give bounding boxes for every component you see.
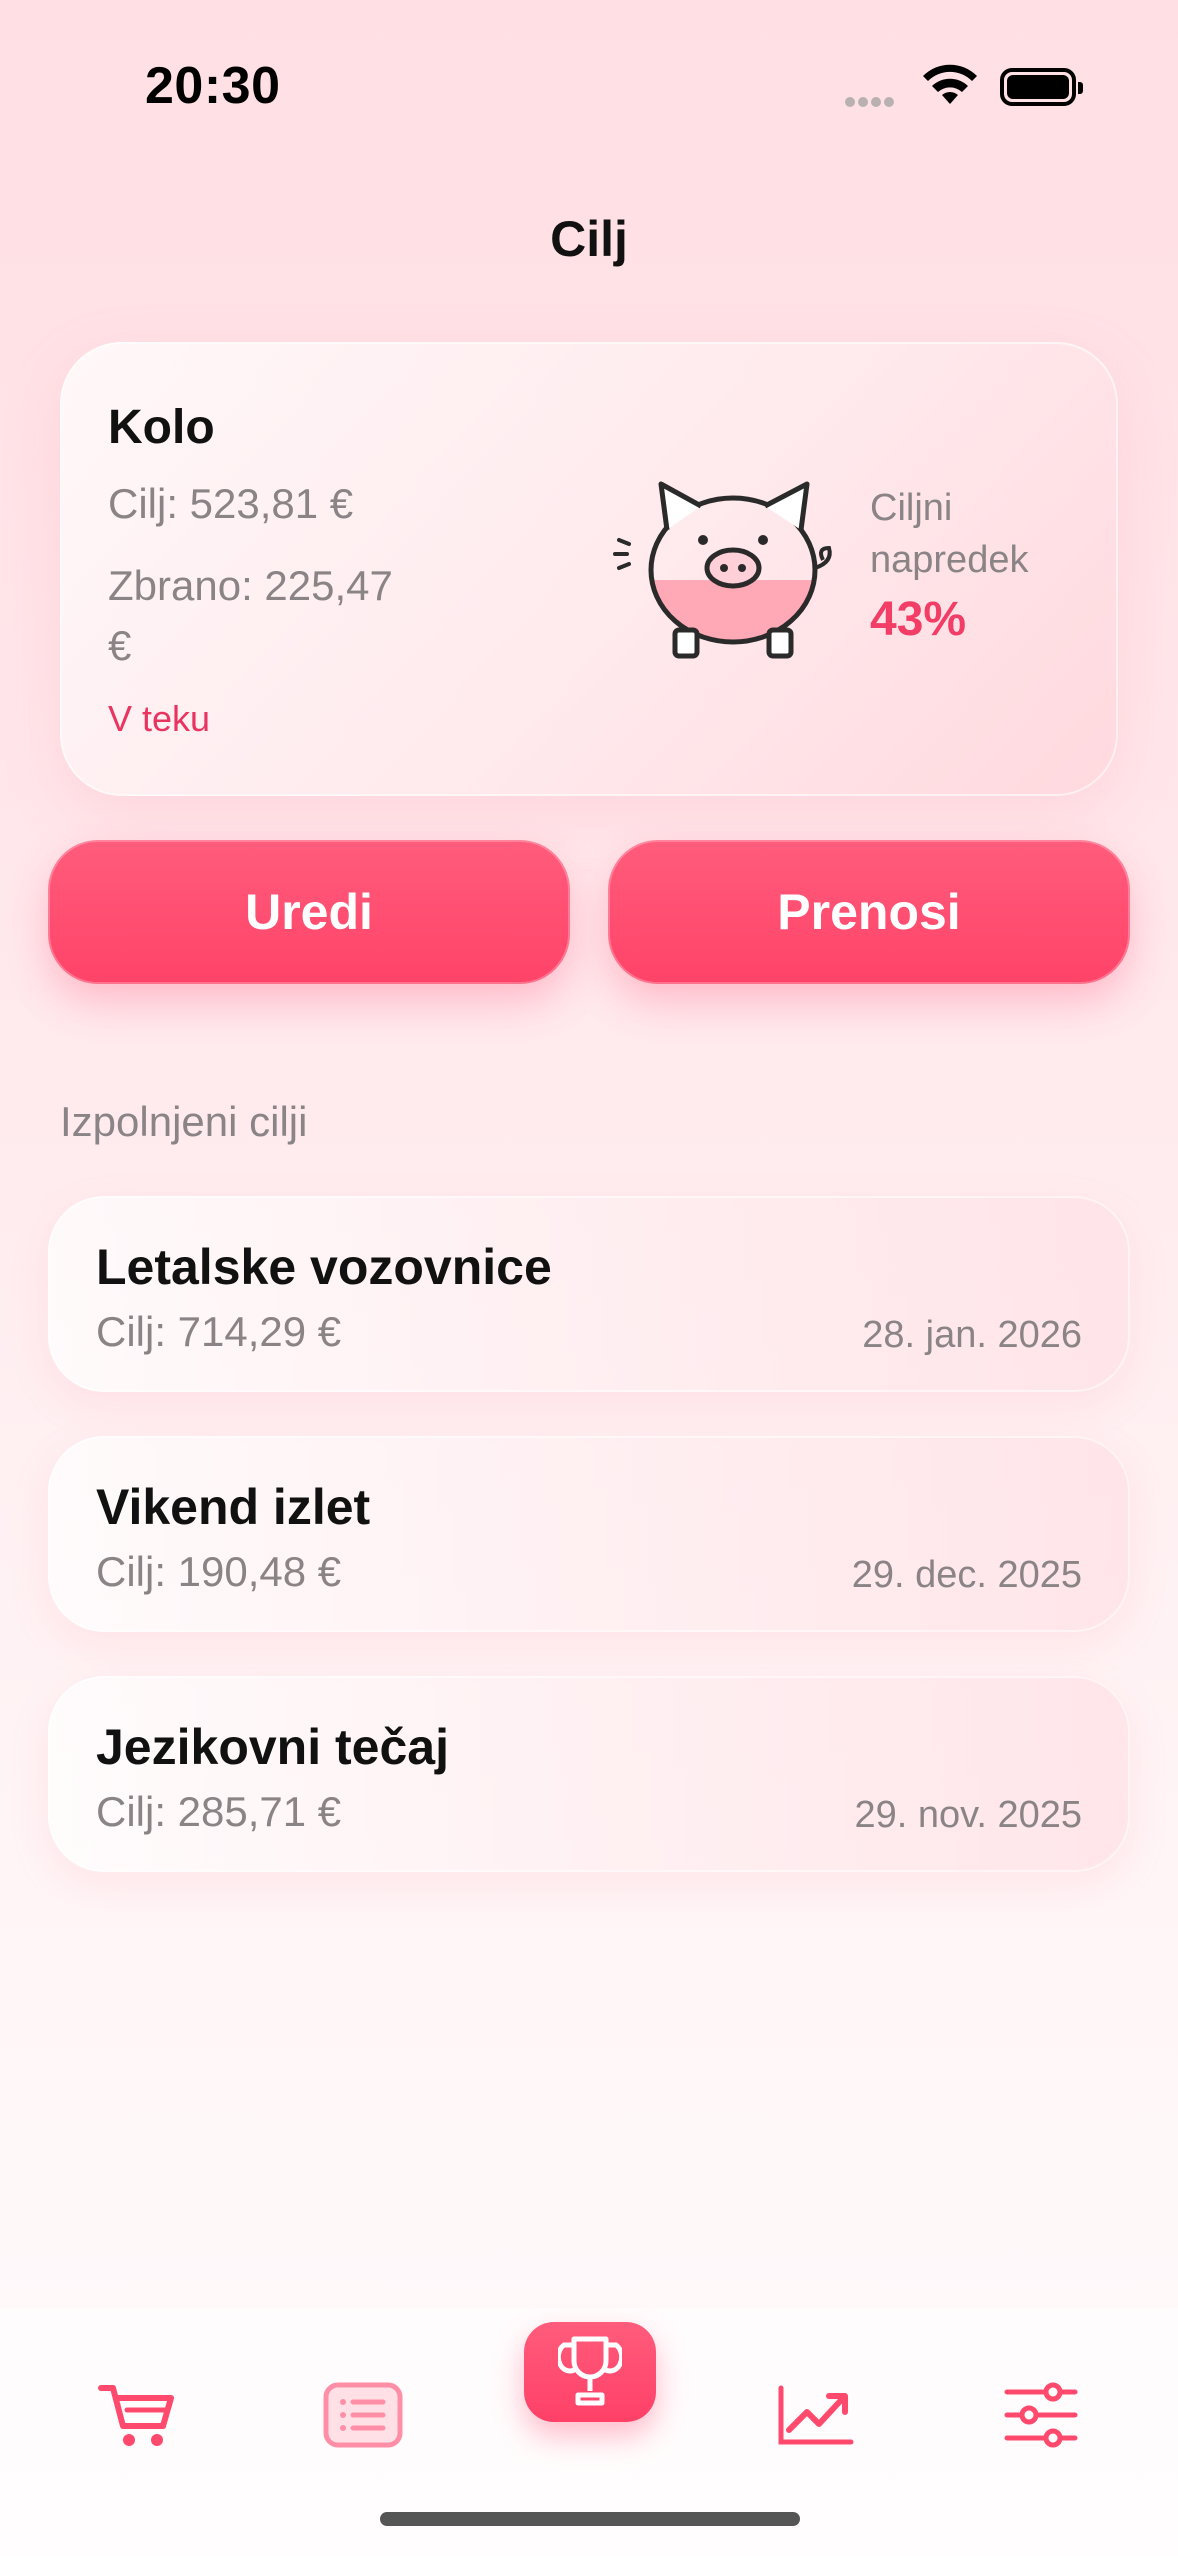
completed-goal-item[interactable]: Vikend izlet Cilj: 190,48 € 29. dec. 202… — [48, 1436, 1130, 1632]
page-title: Cilj — [550, 211, 628, 267]
goal-status-badge: V teku — [108, 698, 211, 739]
goal-item-date: 29. nov. 2025 — [854, 1794, 1082, 1836]
status-bar: 20:30 — [0, 0, 1178, 170]
goal-item-name: Letalske vozovnice — [96, 1239, 552, 1295]
edit-button[interactable]: Uredi — [48, 840, 570, 984]
goal-item-target: Cilj: 190,48 € — [96, 1548, 342, 1595]
goal-item-target: Cilj: 714,29 € — [96, 1308, 342, 1355]
goal-collected: Zbrano: 225,47 € — [108, 562, 393, 669]
list-icon — [323, 2382, 403, 2448]
goal-item-name: Jezikovni tečaj — [96, 1719, 449, 1775]
goal-name: Kolo — [108, 401, 215, 454]
completed-goal-item[interactable]: Letalske vozovnice Cilj: 714,29 € 28. ja… — [48, 1196, 1130, 1392]
completed-goal-item[interactable]: Jezikovni tečaj Cilj: 285,71 € 29. nov. … — [48, 1676, 1130, 1872]
current-goal-card[interactable]: Kolo Cilj: 523,81 € Zbrano: 225,47 € V t… — [60, 342, 1118, 796]
tab-stats[interactable] — [760, 2360, 870, 2470]
wifi-icon — [923, 64, 977, 104]
status-time: 20:30 — [145, 57, 281, 115]
piggy-bank-icon — [613, 481, 832, 659]
battery-icon — [1000, 68, 1083, 106]
cart-icon — [98, 2385, 174, 2446]
goal-item-target: Cilj: 285,71 € — [96, 1788, 342, 1835]
chart-icon — [778, 2385, 854, 2445]
trophy-icon — [558, 2336, 622, 2406]
transfers-button[interactable]: Prenosi — [608, 840, 1130, 984]
cellular-signal-icon — [845, 94, 905, 107]
tab-list[interactable] — [308, 2360, 418, 2470]
tab-settings[interactable] — [986, 2360, 1096, 2470]
progress-label: Ciljni napredek — [870, 487, 1029, 581]
sliders-icon — [1004, 2382, 1078, 2448]
tab-goals[interactable] — [524, 2322, 656, 2422]
goal-item-date: 29. dec. 2025 — [851, 1554, 1082, 1596]
goal-item-date: 28. jan. 2026 — [862, 1314, 1082, 1356]
completed-goals-title: Izpolnjeni cilji — [60, 1098, 308, 1145]
goal-target: Cilj: 523,81 € — [108, 480, 354, 527]
progress-value: 43% — [870, 593, 967, 646]
goal-item-name: Vikend izlet — [96, 1479, 371, 1535]
tab-cart[interactable] — [82, 2360, 192, 2470]
home-indicator[interactable] — [380, 2512, 800, 2526]
